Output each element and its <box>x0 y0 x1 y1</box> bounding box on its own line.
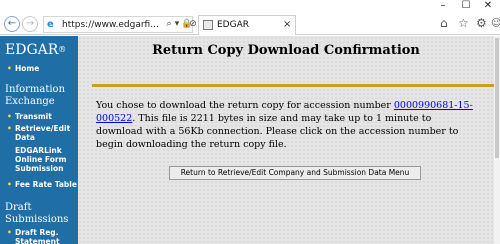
scroll-thumb[interactable] <box>495 38 499 158</box>
main-panel: Return Copy Download Confirmation You ch… <box>78 36 494 244</box>
lock-icon[interactable]: 🔒 <box>181 18 192 31</box>
sidebar: EDGAR® • Home Information Exchange • Tra… <box>0 36 78 244</box>
star-icon[interactable]: ☆ <box>458 16 469 31</box>
edgar-logo: EDGAR® <box>5 42 67 58</box>
tab-label: EDGAR <box>217 20 250 30</box>
bullet-icon: • <box>7 180 12 189</box>
smiley-icon[interactable]: ☺ <box>491 16 500 31</box>
sidebar-item-home[interactable]: • Home <box>7 64 77 73</box>
ie-logo-icon: e <box>47 19 54 30</box>
sidebar-item-edgarlink[interactable]: EDGARLink Online Form Submission <box>7 146 77 173</box>
page-icon <box>203 20 213 30</box>
back-button[interactable]: ← <box>4 16 20 32</box>
search-icon[interactable]: ⌕ <box>165 18 173 31</box>
home-icon[interactable]: ⌂ <box>440 16 448 31</box>
tab-edgar[interactable]: EDGAR × <box>198 15 296 35</box>
confirmation-message: You chose to download the return copy fo… <box>96 100 473 150</box>
browser-toolbar: ← → e https://www.edgarfi... ⌕▾🔒⊘↻ EDGAR… <box>0 13 500 35</box>
url-text[interactable]: https://www.edgarfi... <box>62 19 159 31</box>
vertical-scrollbar[interactable] <box>494 36 500 244</box>
address-bar[interactable]: e https://www.edgarfi... ⌕▾🔒⊘↻ <box>43 16 205 33</box>
sidebar-heading-information-exchange: Information Exchange <box>5 84 66 107</box>
tab-close-button[interactable]: × <box>283 19 291 31</box>
sidebar-heading-draft-submissions: Draft Submissions <box>5 202 69 225</box>
divider <box>92 84 494 87</box>
page-title: Return Copy Download Confirmation <box>152 43 420 58</box>
stop-icon[interactable]: ⊘ <box>189 18 197 31</box>
sidebar-item-fee-rate-table[interactable]: • Fee Rate Table <box>7 180 77 189</box>
return-to-menu-button[interactable]: Return to Retrieve/Edit Company and Subm… <box>169 166 421 180</box>
dropdown-icon[interactable]: ▾ <box>173 18 181 31</box>
close-window-button[interactable]: ✕ <box>477 0 499 13</box>
minimize-button[interactable]: – <box>432 0 454 13</box>
window-titlebar: – ☐ ✕ <box>0 0 500 13</box>
bullet-icon: • <box>7 228 12 237</box>
maximize-button[interactable]: ☐ <box>455 0 477 13</box>
page-content: EDGAR® • Home Information Exchange • Tra… <box>0 36 500 244</box>
gear-icon[interactable]: ⚙ <box>476 16 487 31</box>
sidebar-item-draft-reg-statement[interactable]: • Draft Reg. Statement <box>7 228 77 244</box>
sidebar-item-transmit[interactable]: • Transmit <box>7 112 77 121</box>
bullet-icon: • <box>7 112 12 121</box>
bullet-icon: • <box>7 124 12 133</box>
forward-button[interactable]: → <box>22 16 38 32</box>
bullet-icon: • <box>7 64 12 73</box>
sidebar-item-retrieve-edit[interactable]: • Retrieve/Edit Data <box>7 124 77 142</box>
